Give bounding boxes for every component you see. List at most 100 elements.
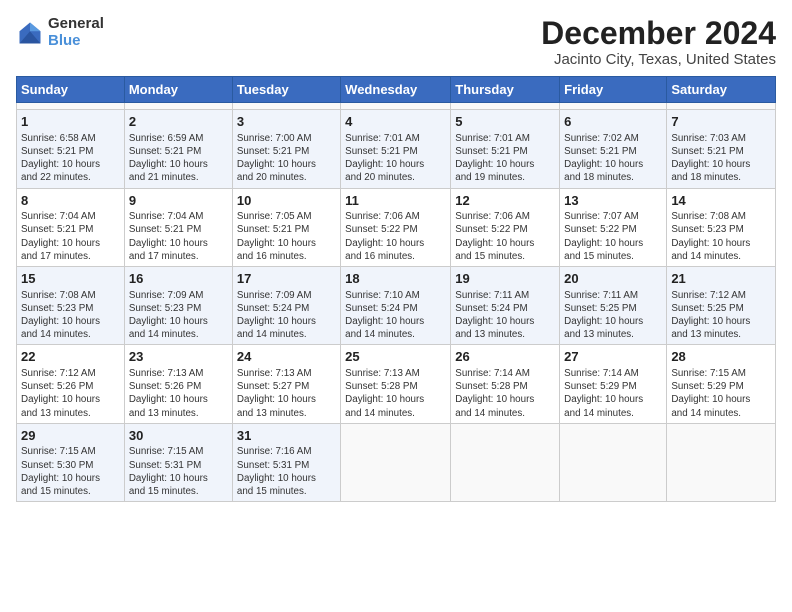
day-number: 8 (21, 192, 120, 210)
day-number: 4 (345, 113, 446, 131)
table-row: 24Sunrise: 7:13 AMSunset: 5:27 PMDayligh… (232, 345, 340, 423)
table-row: 14Sunrise: 7:08 AMSunset: 5:23 PMDayligh… (667, 188, 776, 266)
day-info: Sunrise: 7:04 AMSunset: 5:21 PMDaylight:… (21, 210, 120, 263)
table-row (17, 103, 125, 110)
day-number: 12 (455, 192, 555, 210)
day-number: 5 (455, 113, 555, 131)
col-monday: Monday (124, 77, 232, 103)
table-row: 6Sunrise: 7:02 AMSunset: 5:21 PMDaylight… (560, 110, 667, 188)
day-number: 19 (455, 270, 555, 288)
day-info: Sunrise: 7:15 AMSunset: 5:31 PMDaylight:… (129, 445, 228, 498)
col-thursday: Thursday (451, 77, 560, 103)
main-title: December 2024 (541, 16, 776, 51)
day-info: Sunrise: 7:13 AMSunset: 5:26 PMDaylight:… (129, 367, 228, 420)
day-number: 17 (237, 270, 336, 288)
table-row (124, 103, 232, 110)
table-row (341, 423, 451, 501)
table-row (341, 103, 451, 110)
table-row: 10Sunrise: 7:05 AMSunset: 5:21 PMDayligh… (232, 188, 340, 266)
table-row: 29Sunrise: 7:15 AMSunset: 5:30 PMDayligh… (17, 423, 125, 501)
day-number: 9 (129, 192, 228, 210)
day-info: Sunrise: 7:03 AMSunset: 5:21 PMDaylight:… (671, 132, 771, 185)
day-number: 27 (564, 348, 662, 366)
day-info: Sunrise: 7:06 AMSunset: 5:22 PMDaylight:… (455, 210, 555, 263)
table-row: 21Sunrise: 7:12 AMSunset: 5:25 PMDayligh… (667, 267, 776, 345)
table-row (667, 423, 776, 501)
table-row (451, 103, 560, 110)
logo-general: General (48, 16, 104, 33)
day-info: Sunrise: 7:12 AMSunset: 5:25 PMDaylight:… (671, 289, 771, 342)
day-number: 25 (345, 348, 446, 366)
calendar-week-row: 29Sunrise: 7:15 AMSunset: 5:30 PMDayligh… (17, 423, 776, 501)
table-row: 12Sunrise: 7:06 AMSunset: 5:22 PMDayligh… (451, 188, 560, 266)
day-number: 21 (671, 270, 771, 288)
subtitle: Jacinto City, Texas, United States (541, 51, 776, 68)
day-number: 15 (21, 270, 120, 288)
day-info: Sunrise: 6:58 AMSunset: 5:21 PMDaylight:… (21, 132, 120, 185)
table-row: 28Sunrise: 7:15 AMSunset: 5:29 PMDayligh… (667, 345, 776, 423)
table-row: 4Sunrise: 7:01 AMSunset: 5:21 PMDaylight… (341, 110, 451, 188)
calendar-week-row: 1Sunrise: 6:58 AMSunset: 5:21 PMDaylight… (17, 110, 776, 188)
table-row: 27Sunrise: 7:14 AMSunset: 5:29 PMDayligh… (560, 345, 667, 423)
title-block: December 2024 Jacinto City, Texas, Unite… (541, 16, 776, 68)
day-info: Sunrise: 7:09 AMSunset: 5:23 PMDaylight:… (129, 289, 228, 342)
page-container: General Blue December 2024 Jacinto City,… (0, 0, 792, 510)
table-row: 7Sunrise: 7:03 AMSunset: 5:21 PMDaylight… (667, 110, 776, 188)
day-number: 30 (129, 427, 228, 445)
table-row: 16Sunrise: 7:09 AMSunset: 5:23 PMDayligh… (124, 267, 232, 345)
day-number: 24 (237, 348, 336, 366)
day-info: Sunrise: 7:08 AMSunset: 5:23 PMDaylight:… (671, 210, 771, 263)
day-number: 22 (21, 348, 120, 366)
day-number: 3 (237, 113, 336, 131)
table-row (451, 423, 560, 501)
table-row: 31Sunrise: 7:16 AMSunset: 5:31 PMDayligh… (232, 423, 340, 501)
day-info: Sunrise: 7:01 AMSunset: 5:21 PMDaylight:… (345, 132, 446, 185)
day-number: 31 (237, 427, 336, 445)
day-number: 28 (671, 348, 771, 366)
table-row (667, 103, 776, 110)
day-number: 18 (345, 270, 446, 288)
day-info: Sunrise: 7:11 AMSunset: 5:25 PMDaylight:… (564, 289, 662, 342)
table-row: 1Sunrise: 6:58 AMSunset: 5:21 PMDaylight… (17, 110, 125, 188)
table-row: 20Sunrise: 7:11 AMSunset: 5:25 PMDayligh… (560, 267, 667, 345)
col-wednesday: Wednesday (341, 77, 451, 103)
calendar-week-row: 22Sunrise: 7:12 AMSunset: 5:26 PMDayligh… (17, 345, 776, 423)
col-tuesday: Tuesday (232, 77, 340, 103)
day-info: Sunrise: 7:00 AMSunset: 5:21 PMDaylight:… (237, 132, 336, 185)
day-info: Sunrise: 7:08 AMSunset: 5:23 PMDaylight:… (21, 289, 120, 342)
day-number: 10 (237, 192, 336, 210)
day-info: Sunrise: 7:07 AMSunset: 5:22 PMDaylight:… (564, 210, 662, 263)
day-info: Sunrise: 7:13 AMSunset: 5:28 PMDaylight:… (345, 367, 446, 420)
day-number: 16 (129, 270, 228, 288)
day-info: Sunrise: 7:15 AMSunset: 5:29 PMDaylight:… (671, 367, 771, 420)
header: General Blue December 2024 Jacinto City,… (16, 16, 776, 68)
calendar-week-row: 8Sunrise: 7:04 AMSunset: 5:21 PMDaylight… (17, 188, 776, 266)
col-saturday: Saturday (667, 77, 776, 103)
day-number: 23 (129, 348, 228, 366)
day-number: 1 (21, 113, 120, 131)
day-info: Sunrise: 7:10 AMSunset: 5:24 PMDaylight:… (345, 289, 446, 342)
table-row (560, 103, 667, 110)
table-row: 26Sunrise: 7:14 AMSunset: 5:28 PMDayligh… (451, 345, 560, 423)
table-row: 25Sunrise: 7:13 AMSunset: 5:28 PMDayligh… (341, 345, 451, 423)
day-info: Sunrise: 7:01 AMSunset: 5:21 PMDaylight:… (455, 132, 555, 185)
calendar-header-row: Sunday Monday Tuesday Wednesday Thursday… (17, 77, 776, 103)
table-row: 9Sunrise: 7:04 AMSunset: 5:21 PMDaylight… (124, 188, 232, 266)
day-number: 14 (671, 192, 771, 210)
table-row (232, 103, 340, 110)
table-row: 23Sunrise: 7:13 AMSunset: 5:26 PMDayligh… (124, 345, 232, 423)
table-row: 5Sunrise: 7:01 AMSunset: 5:21 PMDaylight… (451, 110, 560, 188)
day-info: Sunrise: 7:04 AMSunset: 5:21 PMDaylight:… (129, 210, 228, 263)
day-info: Sunrise: 7:14 AMSunset: 5:29 PMDaylight:… (564, 367, 662, 420)
day-info: Sunrise: 6:59 AMSunset: 5:21 PMDaylight:… (129, 132, 228, 185)
day-info: Sunrise: 7:16 AMSunset: 5:31 PMDaylight:… (237, 445, 336, 498)
calendar-week-row (17, 103, 776, 110)
calendar-table: Sunday Monday Tuesday Wednesday Thursday… (16, 76, 776, 502)
table-row: 19Sunrise: 7:11 AMSunset: 5:24 PMDayligh… (451, 267, 560, 345)
day-info: Sunrise: 7:09 AMSunset: 5:24 PMDaylight:… (237, 289, 336, 342)
day-number: 2 (129, 113, 228, 131)
logo-text: General Blue (48, 16, 104, 49)
logo: General Blue (16, 16, 104, 49)
table-row: 13Sunrise: 7:07 AMSunset: 5:22 PMDayligh… (560, 188, 667, 266)
day-info: Sunrise: 7:02 AMSunset: 5:21 PMDaylight:… (564, 132, 662, 185)
